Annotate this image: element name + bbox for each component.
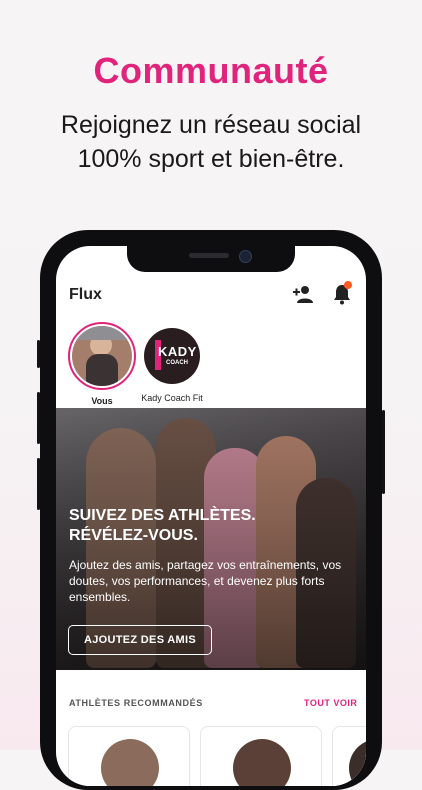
- hero-description: Ajoutez des amis, partagez vos entraînem…: [69, 558, 342, 604]
- page-title: Flux: [69, 286, 102, 303]
- story-label: Kady Coach Fit: [141, 393, 203, 403]
- add-friends-button[interactable]: AJOUTEZ DES AMIS: [68, 625, 212, 655]
- athlete-card[interactable]: [332, 726, 366, 786]
- see-all-link[interactable]: TOUT VOIR: [304, 698, 357, 708]
- athlete-card[interactable]: [200, 726, 322, 786]
- promo-subline-line-2: 100% sport et bien-être.: [77, 145, 345, 173]
- story-item-kady-coach-fit[interactable]: KADY COACH Kady Coach Fit: [132, 322, 212, 403]
- kady-logo-text: KADY: [158, 344, 197, 359]
- kady-logo-subtext: COACH: [166, 360, 188, 366]
- avatar: [349, 739, 366, 786]
- avatar: [233, 739, 291, 786]
- hero-title: SUIVEZ DES ATHLÈTES. RÉVÉLEZ-VOUS.: [69, 506, 319, 546]
- avatar: [72, 326, 132, 386]
- hero-title-line-2: RÉVÉLEZ-VOUS.: [69, 527, 198, 544]
- hero-banner: SUIVEZ DES ATHLÈTES. RÉVÉLEZ-VOUS. Ajout…: [56, 408, 366, 670]
- athlete-card[interactable]: [68, 726, 190, 786]
- app-screen: Flux Vous KADY COACH Kady Coach Fit SUIV…: [56, 246, 366, 786]
- phone-volume-down: [37, 458, 40, 510]
- story-label: Vous: [91, 396, 113, 406]
- notification-badge: [344, 281, 352, 289]
- promo-subline: Rejoignez un réseau social 100% sport et…: [0, 108, 422, 176]
- hero-title-line-1: SUIVEZ DES ATHLÈTES.: [69, 507, 256, 524]
- phone-power-button: [382, 410, 385, 494]
- speaker-grille: [189, 253, 229, 258]
- phone-notch: [127, 246, 295, 272]
- front-camera: [239, 250, 252, 263]
- phone-frame: Flux Vous KADY COACH Kady Coach Fit SUIV…: [37, 230, 385, 790]
- phone-volume-up: [37, 392, 40, 444]
- promo-headline: Communauté: [93, 50, 329, 91]
- recommended-athletes-heading: ATHLÈTES RECOMMANDÉS: [69, 698, 203, 708]
- story-item-you[interactable]: Vous: [62, 322, 142, 406]
- avatar: [101, 739, 159, 786]
- promo-subline-line-1: Rejoignez un réseau social: [60, 111, 362, 139]
- kady-coach-logo: KADY COACH: [144, 328, 200, 384]
- add-user-icon[interactable]: [292, 284, 314, 304]
- story-ring: [68, 322, 136, 390]
- phone-side-button: [37, 340, 40, 368]
